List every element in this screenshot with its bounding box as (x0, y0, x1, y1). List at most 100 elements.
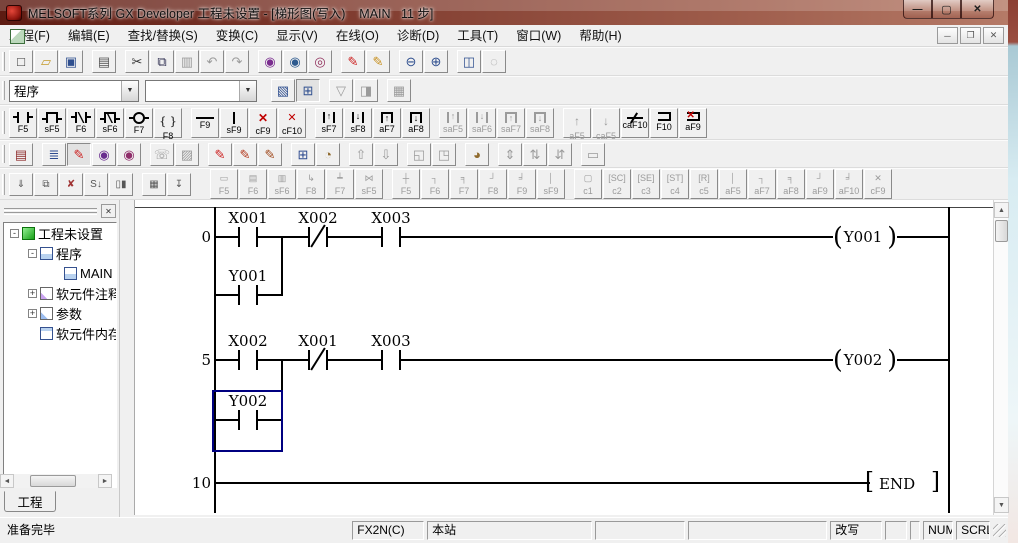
sfc-rule-F6[interactable]: ┐ F6 (421, 169, 449, 199)
monitor-write-mode-button[interactable]: ✎ (233, 143, 257, 166)
tree-expander[interactable] (52, 269, 61, 278)
insert-row-button[interactable]: ⇕ (498, 143, 522, 166)
device-memory-button[interactable]: ▭ (581, 143, 605, 166)
horizontal-line-F9[interactable]: F9 (191, 108, 219, 138)
sfc-c1[interactable]: ▢ c1 (574, 169, 602, 199)
window-arrange-button[interactable]: ⧉ (34, 173, 58, 196)
sfc-rule-sF9[interactable]: │ sF9 (537, 169, 565, 199)
monitor-zoom-button[interactable]: ◕ (465, 143, 489, 166)
insert-col-button[interactable]: ⇅ (523, 143, 547, 166)
scroll-thumb[interactable] (30, 475, 76, 487)
parallel-falling-pulse-aF8[interactable]: aF8 (402, 108, 430, 138)
sfc-aF7[interactable]: ┐ aF7 (748, 169, 776, 199)
menu-window[interactable]: 窗口(W) (507, 25, 570, 47)
sfc-block-sF5[interactable]: ⋈ sF5 (355, 169, 383, 199)
tree-expander[interactable] (28, 329, 37, 338)
parallel-falling-saF8[interactable]: saF8 (526, 108, 554, 138)
rising-pulse-saF5[interactable]: saF5 (439, 108, 467, 138)
parallel-rising-saF7[interactable]: saF7 (497, 108, 525, 138)
device-test-button[interactable]: ☏ (150, 143, 174, 166)
tree-item[interactable]: + 软元件注释 (4, 283, 116, 303)
toolbar-grip[interactable] (2, 52, 5, 71)
tree-expander[interactable]: - (28, 249, 37, 258)
find-string-button[interactable]: ◎ (308, 50, 332, 73)
menu-edit[interactable]: 编辑(E) (59, 25, 119, 47)
window-cascade-button[interactable]: ◱ (407, 143, 431, 166)
sfc-transition-F6[interactable]: ▤ F6 (239, 169, 267, 199)
monitor-circle-button[interactable]: ◌ (482, 50, 506, 73)
toolbar-grip[interactable] (2, 145, 5, 163)
open-contact[interactable] (381, 227, 401, 247)
data-name-combo[interactable]: ▼ (145, 80, 257, 102)
parallel-open-contact-sF5[interactable]: sF5 (38, 108, 66, 138)
toolbar-grip[interactable] (2, 81, 5, 100)
sfc-r-c5[interactable]: [R] c5 (690, 169, 718, 199)
sfc-aF5[interactable]: │ aF5 (719, 169, 747, 199)
block-display-button[interactable]: ▯▮ (109, 173, 133, 196)
sfc-aF8[interactable]: ╕ aF8 (777, 169, 805, 199)
tree-item[interactable]: - 程序 (4, 243, 116, 263)
falling-pulse-sF8[interactable]: sF8 (344, 108, 372, 138)
chevron-down-icon[interactable]: ▼ (121, 81, 138, 101)
tree-expander[interactable]: + (28, 309, 37, 318)
sfc-dummy-step-sF6[interactable]: ▥ sF6 (268, 169, 296, 199)
ladder-edit-button[interactable]: ✎ (341, 50, 365, 73)
write-mode-button[interactable]: ✎ (208, 143, 232, 166)
delete-line-branch-aF9[interactable]: aF9 (679, 108, 707, 138)
tree-expander[interactable]: - (10, 229, 19, 238)
rising-pulse-sF7[interactable]: sF7 (315, 108, 343, 138)
delete-horizontal-line-cF9[interactable]: cF9 (249, 108, 277, 138)
closed-contact[interactable] (308, 350, 328, 370)
sfc-aF9[interactable]: ┘ aF9 (806, 169, 834, 199)
note-display-button[interactable]: ▦ (387, 79, 411, 102)
screen-transfer-button[interactable]: ◫ (457, 50, 481, 73)
paste-button[interactable]: ▥ (175, 50, 199, 73)
sfc-rule-cross-F5[interactable]: ┼ F5 (392, 169, 420, 199)
ladder-canvas[interactable]: 0 X001 X002 X003 Y001 ( Y001 ) 5 X002 (134, 200, 993, 515)
open-contact-F5[interactable]: F5 (9, 108, 37, 138)
coil-F7[interactable]: F7 (125, 108, 153, 138)
find-device-button[interactable]: ◉ (283, 50, 307, 73)
line-branch-F10[interactable]: F10 (650, 108, 678, 138)
closed-contact[interactable] (308, 227, 328, 247)
monitor-stop-button[interactable]: ▨ (175, 143, 199, 166)
step-run-up-button[interactable]: ⇧ (349, 143, 373, 166)
new-project-button[interactable]: □ (9, 50, 33, 73)
find-device-tree-button[interactable]: ◉ (92, 143, 116, 166)
zoom-in-button[interactable]: ⊕ (424, 50, 448, 73)
open-project-button[interactable]: ▱ (34, 50, 58, 73)
sfc-delete-cF9[interactable]: ✕ cF9 (864, 169, 892, 199)
output-coil[interactable]: ( Y001 ) (833, 222, 897, 252)
tree-edit-button[interactable]: ✎ (67, 143, 91, 166)
toolbar-grip[interactable] (2, 174, 5, 195)
resize-grip[interactable] (993, 524, 1006, 537)
save-project-button[interactable]: ▣ (59, 50, 83, 73)
toolbar-grip[interactable] (2, 111, 5, 134)
undo-button[interactable]: ↶ (200, 50, 224, 73)
screen-down-button[interactable]: ⇓ (9, 173, 33, 196)
step-up-aF5[interactable]: aF5 (563, 108, 591, 138)
panel-close-icon[interactable] (101, 204, 116, 218)
tree-horizontal-scrollbar[interactable]: ◄ ► (0, 474, 112, 488)
sfc-st-c4[interactable]: [ST] c4 (661, 169, 689, 199)
tab-project[interactable]: 工程 (4, 491, 56, 512)
sfc-jump-F8[interactable]: ↳ F8 (297, 169, 325, 199)
menu-help[interactable]: 帮助(H) (570, 25, 630, 47)
menu-tools[interactable]: 工具(T) (448, 25, 507, 47)
tree-item[interactable]: 软元件内存 (4, 323, 116, 343)
maximize-button[interactable] (932, 0, 961, 19)
print-button[interactable]: ▤ (92, 50, 116, 73)
parallel-rising-pulse-aF7[interactable]: aF7 (373, 108, 401, 138)
device-edit-button[interactable]: ✎ (366, 50, 390, 73)
sfc-aF10[interactable]: ╛ aF10 (835, 169, 863, 199)
menu-convert[interactable]: 变换(C) (207, 25, 267, 47)
step-run-down-button[interactable]: ⇩ (374, 143, 398, 166)
document-minimize-button[interactable] (937, 27, 958, 44)
document-close-button[interactable] (983, 27, 1004, 44)
menu-project[interactable]: 工程(F) (0, 25, 59, 47)
statement-display-button[interactable]: ◨ (354, 79, 378, 102)
sfc-rule-F7[interactable]: ╕ F7 (450, 169, 478, 199)
parameter-check-button[interactable]: ▧ (271, 79, 295, 102)
zoom-out-button[interactable]: ⊖ (399, 50, 423, 73)
find-replace-tree-button[interactable]: ◉ (117, 143, 141, 166)
